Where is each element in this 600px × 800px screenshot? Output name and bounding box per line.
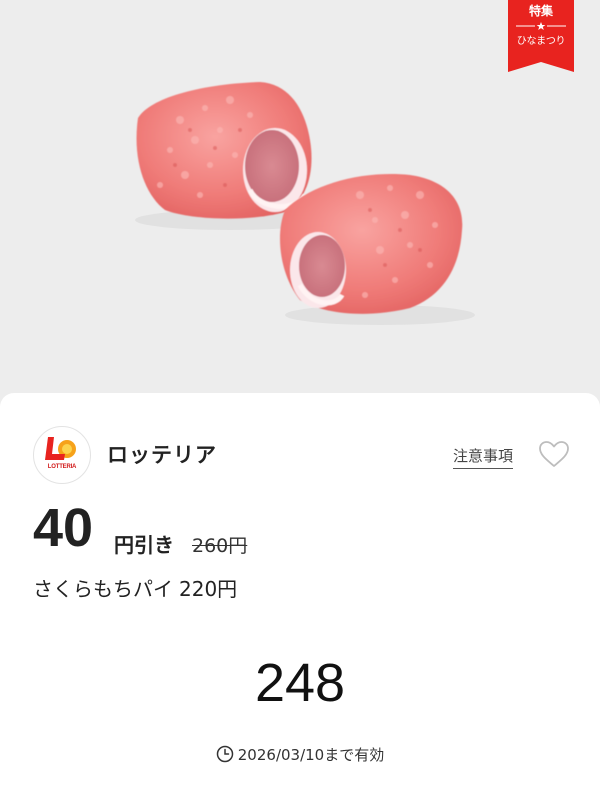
product-price: 220円 [179,577,238,601]
coupon-card: LOTTERIA ロッテリア 注意事項 40 円引き 260円 さくらもちパイ 2… [0,393,600,800]
clock-icon [216,745,234,763]
notes-link[interactable]: 注意事項 [453,445,514,469]
original-price: 260円 [192,535,248,557]
brand-logo: LOTTERIA [33,426,91,484]
brand-name: ロッテリア [107,443,217,467]
ribbon-subtitle: ひなまつり [516,36,566,47]
discount-amount: 40 [33,498,94,558]
discount-unit: 円引き [114,533,174,557]
ribbon-title: 特集 [528,4,553,18]
sakura-mochi-pie-image [135,82,475,325]
feature-ribbon[interactable]: 特集 ひなまつり [508,0,574,72]
star-divider-icon [516,22,566,30]
coupon-page: 特集 ひなまつり LOTTERIA ロッテリア 注意事項 40 円引き 260円 [0,0,600,800]
validity-line: 2026/03/10まで有効 [0,745,600,765]
coupon-code: 248 [254,653,346,713]
heart-outline-icon[interactable] [537,439,571,469]
validity-text: 2026/03/10まで有効 [237,746,385,764]
lotteria-logo-icon [45,437,76,460]
product-name: さくらもちパイ [33,577,173,601]
hero-area: 特集 ひなまつり [0,0,600,430]
logo-text: LOTTERIA [47,464,77,470]
product-line: さくらもちパイ 220円 [33,576,237,602]
